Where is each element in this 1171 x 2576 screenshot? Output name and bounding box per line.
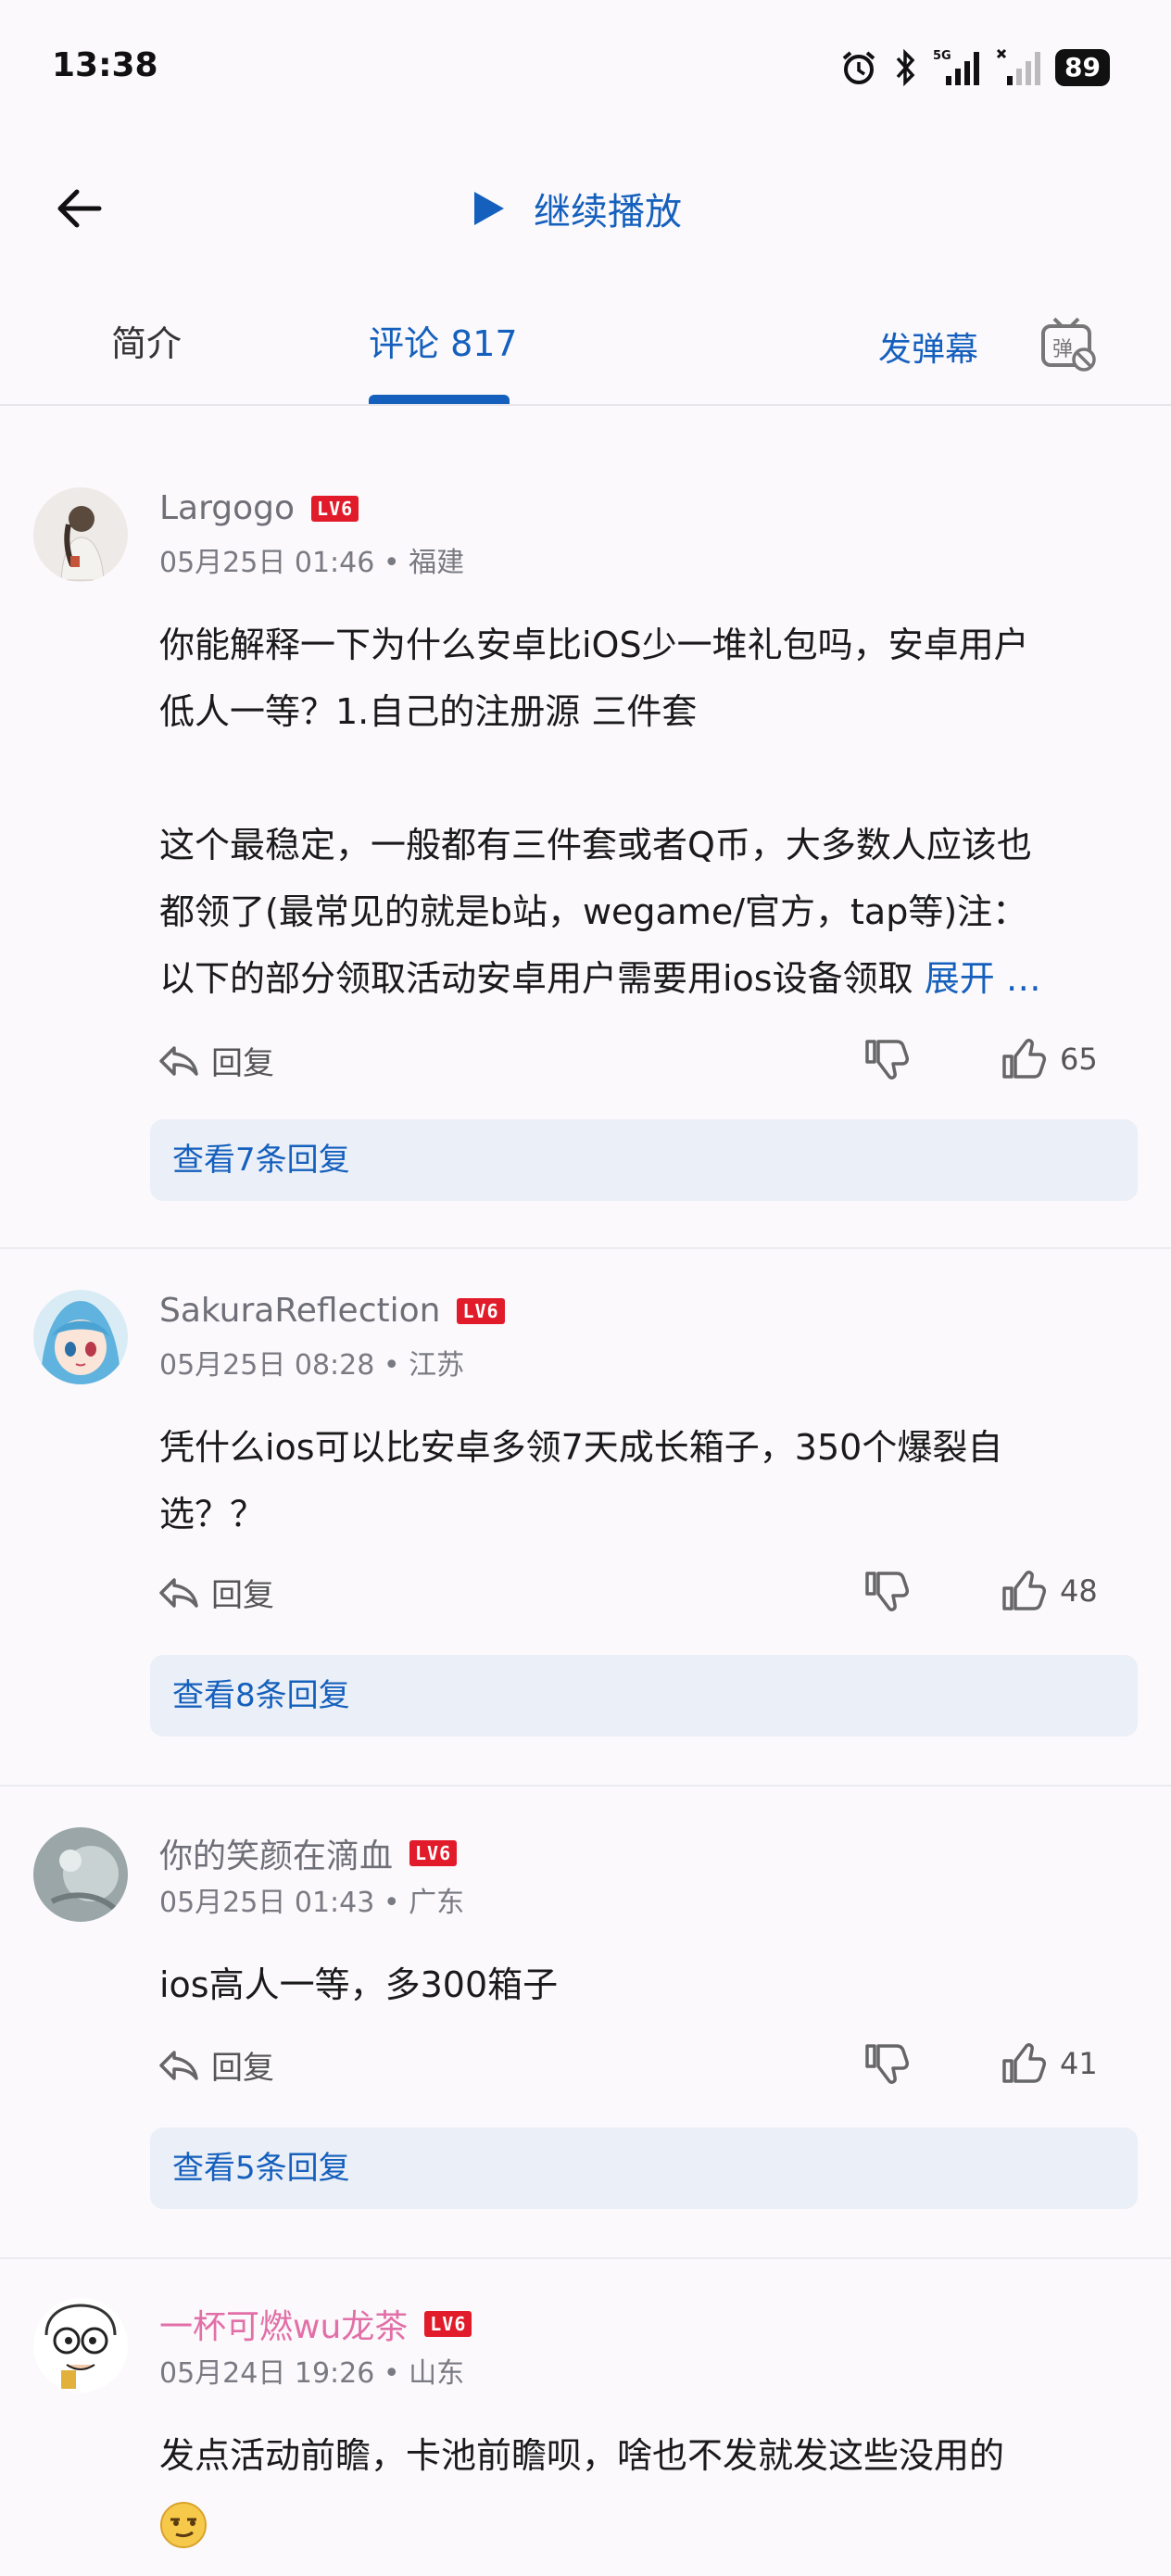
expand-link[interactable]: 展开 … [925, 958, 1041, 999]
like-count: 48 [1060, 1573, 1098, 1609]
dislike-button[interactable] [863, 1570, 910, 1616]
play-icon [474, 192, 504, 225]
thumbs-down-icon [865, 1040, 909, 1080]
view-replies-button[interactable]: 查看7条回复 [150, 1119, 1138, 1201]
status-bar: 13:38 5G 89 [0, 0, 1171, 139]
level-badge: LV6 [424, 2311, 472, 2337]
comment-item: Largogo LV6 05月25日 01:46 • 福建 你能解释一下为什么安… [0, 487, 1171, 1229]
comment-divider [0, 2257, 1171, 2259]
continue-play-label: 继续播放 [534, 191, 682, 234]
comment-item: SakuraReflection LV6 05月25日 08:28 • 江苏 凭… [0, 1290, 1171, 1753]
smirk-emoji-icon [160, 2501, 207, 2548]
reply-icon [159, 1577, 198, 1608]
avatar[interactable] [33, 1827, 128, 1922]
comment-username[interactable]: 一杯可燃wu龙茶 LV6 [159, 2300, 472, 2348]
comment-content[interactable]: 发点活动前瞻，卡池前瞻呗，啥也不发就发这些没用的 [159, 2422, 1141, 2556]
avatar[interactable] [33, 2298, 128, 2393]
thumbs-down-icon [865, 2044, 909, 2084]
comment-actions: 回复 48 [159, 1570, 1104, 1625]
danmaku-off-icon: 弹 [1041, 317, 1096, 372]
comment-username[interactable]: 你的笑颜在滴血 LV6 [159, 1829, 458, 1877]
comment-content[interactable]: 你能解释一下为什么安卓比iOS少一堆礼包吗，安卓用户 低人一等？1.自己的注册源… [159, 612, 1141, 1012]
like-button[interactable]: 41 [1001, 2042, 1098, 2085]
tab-bar: 简介 评论 817 发弹幕 弹 [0, 297, 1171, 406]
comment-username[interactable]: Largogo LV6 [159, 489, 359, 527]
bluetooth-icon [892, 49, 918, 86]
reply-icon [159, 1045, 198, 1076]
view-replies-button[interactable]: 查看8条回复 [150, 1655, 1138, 1736]
signal-no-service-icon [996, 48, 1041, 87]
like-button[interactable]: 65 [1001, 1038, 1098, 1080]
comment-content[interactable]: 凭什么ios可以比安卓多领7天成长箱子，350个爆裂自 选？？ [159, 1414, 1141, 1547]
reply-button[interactable]: 回复 [159, 2042, 274, 2088]
avatar[interactable] [33, 487, 128, 582]
comment-meta: 05月25日 01:43 • 广东 [159, 1887, 465, 1919]
like-button[interactable]: 48 [1001, 1570, 1098, 1612]
reply-button[interactable]: 回复 [159, 1570, 274, 1615]
dislike-button[interactable] [863, 1038, 910, 1084]
level-badge: LV6 [457, 1297, 505, 1324]
active-tab-indicator [369, 395, 510, 404]
tab-comments[interactable]: 评论 817 [369, 315, 518, 366]
reply-button[interactable]: 回复 [159, 1038, 274, 1083]
status-icons: 5G 89 [840, 46, 1110, 89]
thumbs-down-icon [865, 1572, 909, 1611]
reply-icon [159, 2050, 198, 2080]
comment-username[interactable]: SakuraReflection LV6 [159, 1292, 505, 1330]
battery-indicator: 89 [1055, 49, 1110, 86]
thumbs-up-icon [1002, 1039, 1046, 1079]
like-count: 65 [1060, 1042, 1098, 1077]
avatar[interactable] [33, 1290, 128, 1384]
like-count: 41 [1060, 2046, 1098, 2081]
alarm-icon [840, 49, 877, 86]
comment-divider [0, 1785, 1171, 1787]
thumbs-up-icon [1002, 1571, 1046, 1610]
back-button[interactable] [46, 176, 111, 241]
comment-meta: 05月24日 19:26 • 山东 [159, 2357, 465, 2390]
comment-actions: 回复 41 [159, 2042, 1104, 2098]
comment-meta: 05月25日 01:46 • 福建 [159, 547, 465, 579]
comment-actions: 回复 65 [159, 1038, 1104, 1093]
send-danmaku-button[interactable]: 发弹幕 [878, 322, 978, 371]
status-time: 13:38 [52, 46, 158, 84]
svg-text:弹: 弹 [1052, 338, 1073, 361]
danmaku-toggle-button[interactable]: 弹 [1038, 313, 1099, 374]
comment-divider [0, 1247, 1171, 1249]
level-badge: LV6 [409, 1840, 458, 1866]
continue-play-button[interactable]: 继续播放 [472, 176, 682, 241]
svg-text:5G: 5G [933, 49, 951, 63]
video-header: 继续播放 [0, 148, 1171, 269]
arrow-left-icon [57, 189, 102, 228]
level-badge: LV6 [311, 495, 359, 522]
tab-intro[interactable]: 简介 [111, 315, 182, 366]
thumbs-up-icon [1002, 2043, 1046, 2083]
dislike-button[interactable] [863, 2042, 910, 2089]
comment-item: 你的笑颜在滴血 LV6 05月25日 01:43 • 广东 ios高人一等，多3… [0, 1827, 1171, 2216]
comment-item: 一杯可燃wu龙茶 LV6 05月24日 19:26 • 山东 发点活动前瞻，卡池… [0, 2298, 1171, 2576]
comment-meta: 05月25日 08:28 • 江苏 [159, 1349, 465, 1382]
signal-5g-icon: 5G [933, 48, 981, 87]
view-replies-button[interactable]: 查看5条回复 [150, 2128, 1138, 2209]
comment-content[interactable]: ios高人一等，多300箱子 [159, 1951, 1141, 2018]
